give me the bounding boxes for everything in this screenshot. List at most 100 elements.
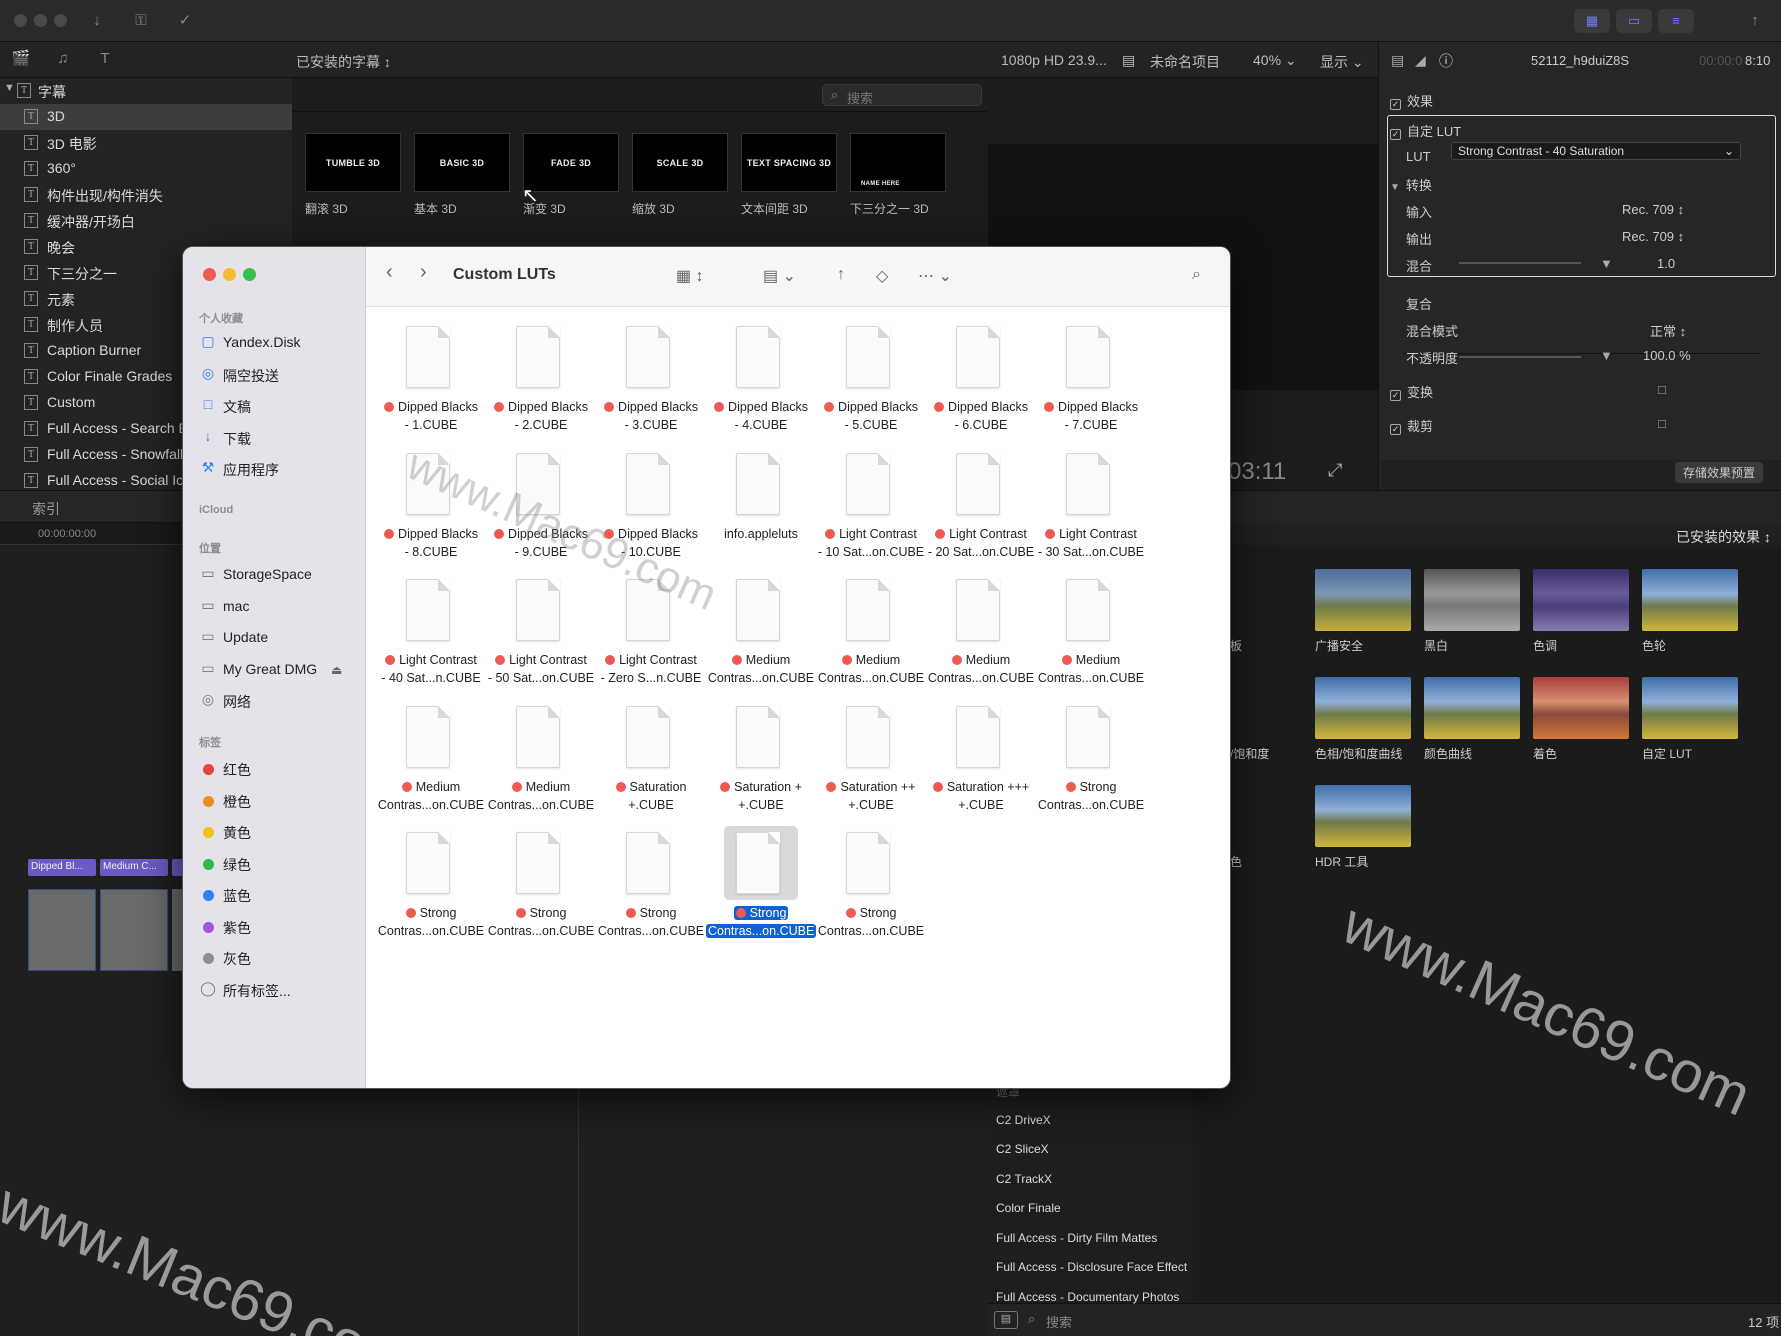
check-circle-icon[interactable]: ✓ <box>172 9 198 33</box>
file-item[interactable]: Strong Contras...on.CUBE <box>706 826 817 958</box>
file-item[interactable]: Saturation ++ +.CUBE <box>816 705 926 832</box>
blend-mode-select[interactable]: 正常 ↕ <box>1650 321 1686 340</box>
lut-select[interactable]: Strong Contrast - 40 Saturation ⌄ <box>1451 142 1741 160</box>
video-inspector-icon[interactable]: ▤ <box>1391 52 1404 69</box>
crop-onscreen-icon[interactable]: □ <box>1658 416 1666 431</box>
finder-sidebar-item[interactable]: ◎ 隔空投送 <box>199 363 359 387</box>
file-item[interactable]: Medium Contras...on.CUBE <box>706 579 816 705</box>
effect-thumbnail[interactable] <box>1533 677 1629 739</box>
file-item[interactable]: Medium Contras...on.CUBE <box>816 579 926 705</box>
effects-category[interactable]: C2 SliceX <box>996 1142 1049 1156</box>
title-thumbnail[interactable]: TEXT SPACING 3D <box>741 133 837 192</box>
sidebar-root-titles[interactable]: ▼ T 字幕 <box>0 78 292 104</box>
timeline-clip-label-2[interactable]: Medium C... <box>100 859 168 876</box>
project-name[interactable]: 未命名项目 <box>1150 52 1220 72</box>
eject-icon[interactable]: ⏏ <box>331 663 342 677</box>
file-item[interactable]: Dipped Blacks - 7.CUBE <box>1036 326 1146 452</box>
file-item[interactable]: Dipped Blacks - 3.CUBE <box>596 326 706 452</box>
finder-sidebar-item[interactable]: ◎ 网络 <box>199 689 359 713</box>
file-item[interactable]: Light Contrast - 50 Sat...on.CUBE <box>486 579 596 705</box>
title-thumbnail[interactable]: SCALE 3D <box>632 133 728 192</box>
transform-onscreen-icon[interactable]: □ <box>1658 382 1666 397</box>
finder-sidebar-item[interactable]: ↓ 下载 <box>199 426 359 450</box>
zoom-window-button[interactable] <box>243 268 256 281</box>
file-item[interactable]: Medium Contras...on.CUBE <box>1036 579 1146 705</box>
file-item[interactable]: Strong Contras...on.CUBE <box>596 832 706 958</box>
download-icon[interactable]: ↓ <box>84 9 110 33</box>
finder-sidebar-item[interactable]: ▭ StorageSpace <box>199 563 359 587</box>
sidebar-item[interactable]: T 缓冲器/开场白 <box>0 208 292 234</box>
effect-thumbnail[interactable] <box>1315 569 1411 631</box>
effect-thumbnail[interactable] <box>1424 677 1520 739</box>
convert-disclosure[interactable]: ▼ 转换 <box>1390 175 1432 194</box>
icloud-section[interactable]: iCloud <box>199 504 233 516</box>
file-item[interactable]: Medium Contras...on.CUBE <box>926 579 1036 705</box>
forward-icon[interactable]: › <box>420 261 427 284</box>
finder-tag-item[interactable]: 红色 <box>199 757 359 781</box>
finder-tag-item[interactable]: 黄色 <box>199 820 359 844</box>
timeline-clip-2[interactable] <box>100 889 168 971</box>
file-item[interactable]: Medium Contras...on.CUBE <box>376 705 486 832</box>
effects-category[interactable]: C2 DriveX <box>996 1113 1051 1127</box>
output-select[interactable]: Rec. 709 ↕ <box>1622 229 1684 244</box>
file-item[interactable]: Light Contrast - 30 Sat...on.CUBE <box>1036 452 1146 579</box>
sidebar-item[interactable]: T 360° <box>0 156 292 182</box>
file-item[interactable]: Strong Contras...on.CUBE <box>816 832 926 958</box>
file-item[interactable]: Saturation +.CUBE <box>596 705 706 832</box>
title-thumbnail[interactable]: NAME HERE <box>850 133 946 192</box>
timeline-clip-1[interactable] <box>28 889 96 971</box>
effect-thumbnail[interactable] <box>1424 569 1520 631</box>
finder-sidebar-item[interactable]: ▭ Update <box>199 626 359 650</box>
effect-thumbnail[interactable] <box>1642 677 1738 739</box>
effects-category[interactable]: C2 TrackX <box>996 1172 1052 1186</box>
effect-thumbnail[interactable] <box>1533 569 1629 631</box>
file-item[interactable]: Strong Contras...on.CUBE <box>376 832 486 958</box>
file-item[interactable]: Saturation +++ +.CUBE <box>926 705 1036 832</box>
opacity-slider-track[interactable] <box>1459 356 1581 358</box>
share-icon[interactable]: ↑ <box>837 266 845 284</box>
finder-sidebar-item[interactable]: ⚒ 应用程序 <box>199 457 359 481</box>
finder-tag-item[interactable]: 蓝色 <box>199 883 359 907</box>
file-item[interactable]: info.appleluts <box>706 452 816 579</box>
title-thumbnail[interactable]: BASIC 3D <box>414 133 510 192</box>
input-select[interactable]: Rec. 709 ↕ <box>1622 202 1684 217</box>
effect-thumbnail[interactable] <box>1315 785 1411 847</box>
zoom-level[interactable]: 40% ⌄ <box>1253 52 1297 69</box>
zoom-window-button[interactable] <box>54 14 67 27</box>
all-tags-item[interactable]: ◯ 所有标签... <box>199 978 359 1002</box>
photos-audio-icon[interactable]: ♫ <box>50 47 76 71</box>
sidebar-item[interactable]: T 3D 电影 <box>0 130 292 156</box>
effects-search-field[interactable]: ⌕ 搜索 <box>1028 1311 1618 1330</box>
close-window-button[interactable] <box>203 268 216 281</box>
file-item[interactable]: Dipped Blacks - 2.CUBE <box>486 326 596 452</box>
file-item[interactable]: Medium Contras...on.CUBE <box>486 705 596 832</box>
fullscreen-icon[interactable]: ⤢ <box>1328 460 1342 481</box>
tag-icon[interactable]: ◇ <box>876 266 888 286</box>
file-item[interactable]: Dipped Blacks - 1.CUBE <box>376 326 486 452</box>
titles-generators-icon[interactable]: T <box>92 47 118 71</box>
custom-lut-header[interactable]: ✓ 自定 LUT <box>1390 121 1461 140</box>
effects-category[interactable]: Color Finale <box>996 1201 1061 1215</box>
crop-section[interactable]: ✓ 裁剪 <box>1390 416 1433 435</box>
title-thumbnail[interactable]: TUMBLE 3D <box>305 133 401 192</box>
browser-toggle-icon[interactable]: ▦ <box>1574 9 1610 33</box>
save-effects-preset-button[interactable]: 存储效果预置 <box>1675 462 1764 483</box>
effects-browser-title[interactable]: 已安装的效果 ↕ <box>1676 527 1771 547</box>
file-item[interactable]: Light Contrast - 20 Sat...on.CUBE <box>926 452 1036 579</box>
browser-search-field[interactable]: ⌕ 搜索 <box>822 84 982 106</box>
file-item[interactable]: Dipped Blacks - 6.CUBE <box>926 326 1036 452</box>
group-icon[interactable]: ▤ ⌄ <box>763 266 796 286</box>
close-window-button[interactable] <box>14 14 27 27</box>
mix-slider-knob[interactable]: ▼ <box>1600 256 1613 271</box>
file-item[interactable]: Dipped Blacks - 5.CUBE <box>816 326 926 452</box>
file-item[interactable]: Strong Contras...on.CUBE <box>1036 705 1146 832</box>
inspector-toggle-icon[interactable]: ≡ <box>1658 9 1694 33</box>
effects-category[interactable]: Full Access - Dirty Film Mattes <box>996 1231 1157 1245</box>
file-item[interactable]: Strong Contras...on.CUBE <box>486 832 596 958</box>
mix-value[interactable]: 1.0 <box>1657 256 1675 271</box>
sidebar-item[interactable]: T 3D <box>0 104 292 130</box>
file-item[interactable]: Light Contrast - 40 Sat...n.CUBE <box>376 579 486 705</box>
disclosure-triangle-icon[interactable]: ▼ <box>4 82 15 94</box>
sidebar-toggle-icon[interactable]: ▤ <box>994 1311 1018 1329</box>
minimize-window-button[interactable] <box>34 14 47 27</box>
